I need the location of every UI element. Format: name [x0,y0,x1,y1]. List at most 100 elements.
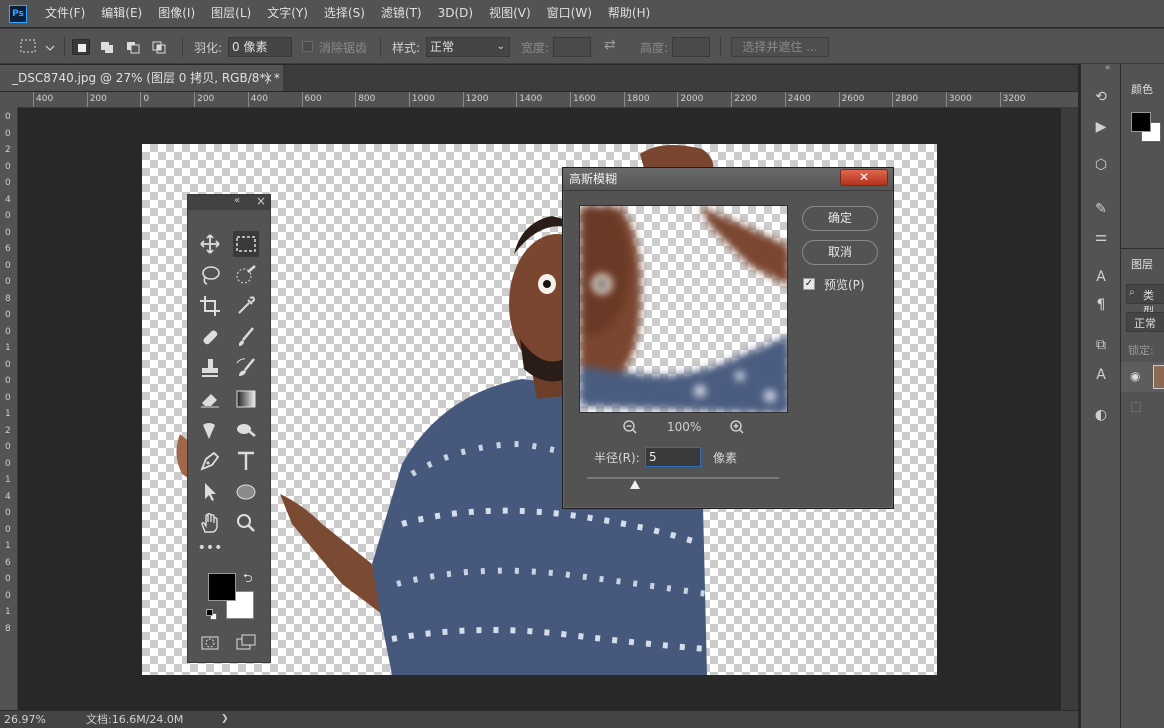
preview-checkbox[interactable]: ✓ [803,278,815,290]
menu-file[interactable]: 文件(F) [37,0,93,27]
ruler-tick-label: 4 [5,194,11,205]
character-icon[interactable]: A [1092,268,1110,286]
menu-view[interactable]: 视图(V) [481,0,539,27]
paths-icon[interactable]: ⧉ [1092,336,1110,354]
ruler-tick-label: 2 [5,145,11,155]
edit-toolbar-button[interactable]: ••• [197,535,223,561]
collapse-arrows-icon[interactable]: « [234,195,240,206]
crop-tool[interactable] [197,293,223,319]
lasso-tool[interactable] [197,262,223,288]
move-tool[interactable] [197,231,223,257]
status-menu-arrow[interactable]: ❯ [221,711,229,728]
dodge-tool[interactable] [233,417,259,443]
feather-input[interactable]: 0 像素 [228,37,292,57]
blend-mode-select[interactable]: 正常 [1126,312,1164,332]
ruler-tick-label: 0 [143,94,150,104]
close-panel-icon[interactable]: × [256,194,266,208]
clone-stamp-tool[interactable] [197,355,223,381]
color-panel-foreground-swatch[interactable] [1131,112,1151,132]
pen-icon [200,451,220,471]
hand-tool[interactable] [197,510,223,536]
ellipse-tool[interactable] [233,479,259,505]
character-styles-icon[interactable]: A [1092,366,1110,384]
menu-image[interactable]: 图像(I) [150,0,203,27]
height-input[interactable] [672,37,710,57]
add-selection-button[interactable] [98,39,116,55]
pen-tool[interactable] [197,448,223,474]
ruler-tick-label: 0 [5,458,11,469]
ruler-tick-mark [247,92,249,107]
rectangular-marquee-tool[interactable] [233,231,259,257]
paragraph-icon[interactable]: ¶ [1092,296,1110,314]
actions-play-icon[interactable]: ▶ [1092,118,1110,136]
zoom-level[interactable]: 26.97% [4,711,46,728]
eraser-tool[interactable] [197,386,223,412]
swap-colors-icon[interactable]: ⮌ [243,569,253,590]
history-icon[interactable]: ⟲ [1092,88,1110,106]
tools-panel: « × ••• ⮌ [187,194,271,663]
history-brush-tool[interactable] [233,355,259,381]
quick-mask-button[interactable] [197,630,223,656]
eyedropper-tool[interactable] [233,293,259,319]
antialias-checkbox[interactable] [302,41,313,52]
subtract-selection-button[interactable] [124,39,142,55]
intersect-selection-button[interactable] [150,39,168,55]
menu-help[interactable]: 帮助(H) [600,0,658,27]
layer-filter-kind[interactable]: ⌕ 类型 [1126,284,1164,318]
radius-slider-thumb[interactable] [630,480,640,489]
swap-dimensions-icon[interactable]: ⇄ [604,37,616,53]
ruler-tick-label: 1200 [465,94,489,104]
new-selection-icon [78,44,86,52]
path-selection-tool[interactable] [197,479,223,505]
radius-slider-track[interactable] [587,477,779,479]
blur-preview[interactable] [579,205,788,413]
ruler-tick-label: 0 [5,178,11,188]
layer-row[interactable]: ◉ [1121,362,1164,392]
collapse-panels-icon[interactable]: « [1105,63,1111,73]
default-colors-icon[interactable] [206,609,218,621]
ok-button[interactable]: 确定 [802,206,878,231]
vertical-scrollbar[interactable] [1061,108,1078,710]
layer-row[interactable] [1121,394,1164,422]
menu-filter[interactable]: 滤镜(T) [373,0,430,27]
ruler-tick-mark [140,92,142,107]
cancel-button[interactable]: 取消 [802,240,878,265]
tool-preset-picker[interactable] [18,37,58,57]
menu-type[interactable]: 文字(Y) [259,0,316,27]
screen-mode-button[interactable] [233,630,259,656]
gradient-tool[interactable] [233,386,259,412]
preview-label[interactable]: 预览(P) [824,276,865,293]
menu-window[interactable]: 窗口(W) [539,0,600,27]
layers-panel-tab[interactable]: 图层 [1121,250,1164,276]
menu-3d[interactable]: 3D(D) [430,0,481,27]
foreground-color-swatch[interactable] [208,573,236,601]
zoom-tool[interactable] [233,510,259,536]
smudge-tool[interactable] [197,417,223,443]
eye-icon[interactable]: ◉ [1130,369,1140,383]
menu-edit[interactable]: 编辑(E) [93,0,150,27]
color-circle-icon[interactable]: ◐ [1092,406,1110,424]
document-tab[interactable]: _DSC8740.jpg @ 27% (图层 0 拷贝, RGB/8*) * × [0,65,283,91]
brush-tool[interactable] [233,324,259,350]
zoom-out-icon[interactable] [622,419,638,438]
dialog-titlebar[interactable]: 高斯模糊 ✕ [563,168,893,191]
menu-select[interactable]: 选择(S) [316,0,373,27]
radius-input[interactable]: 5 [645,447,701,467]
quick-selection-tool[interactable] [233,262,259,288]
close-tab-icon[interactable]: × [263,65,273,91]
brush-settings-icon[interactable]: ✎ [1092,200,1110,218]
healing-brush-tool[interactable] [197,324,223,350]
dialog-close-button[interactable]: ✕ [840,169,888,186]
tools-panel-header[interactable]: « × [188,194,270,210]
new-selection-button[interactable] [72,39,90,55]
zoom-in-icon[interactable] [729,419,745,438]
adjustments-icon[interactable]: ⚌ [1092,228,1110,246]
menu-layer[interactable]: 图层(L) [203,0,259,27]
select-and-mask-button[interactable]: 选择并遮住 ... [731,37,829,57]
width-input[interactable] [553,37,591,57]
3d-icon[interactable]: ⬡ [1092,156,1110,174]
style-select[interactable]: 正常 ⌄ [426,37,510,57]
type-tool[interactable] [233,448,259,474]
color-panel-tab[interactable]: 颜色 [1121,78,1164,100]
visibility-box-icon[interactable] [1131,402,1141,412]
